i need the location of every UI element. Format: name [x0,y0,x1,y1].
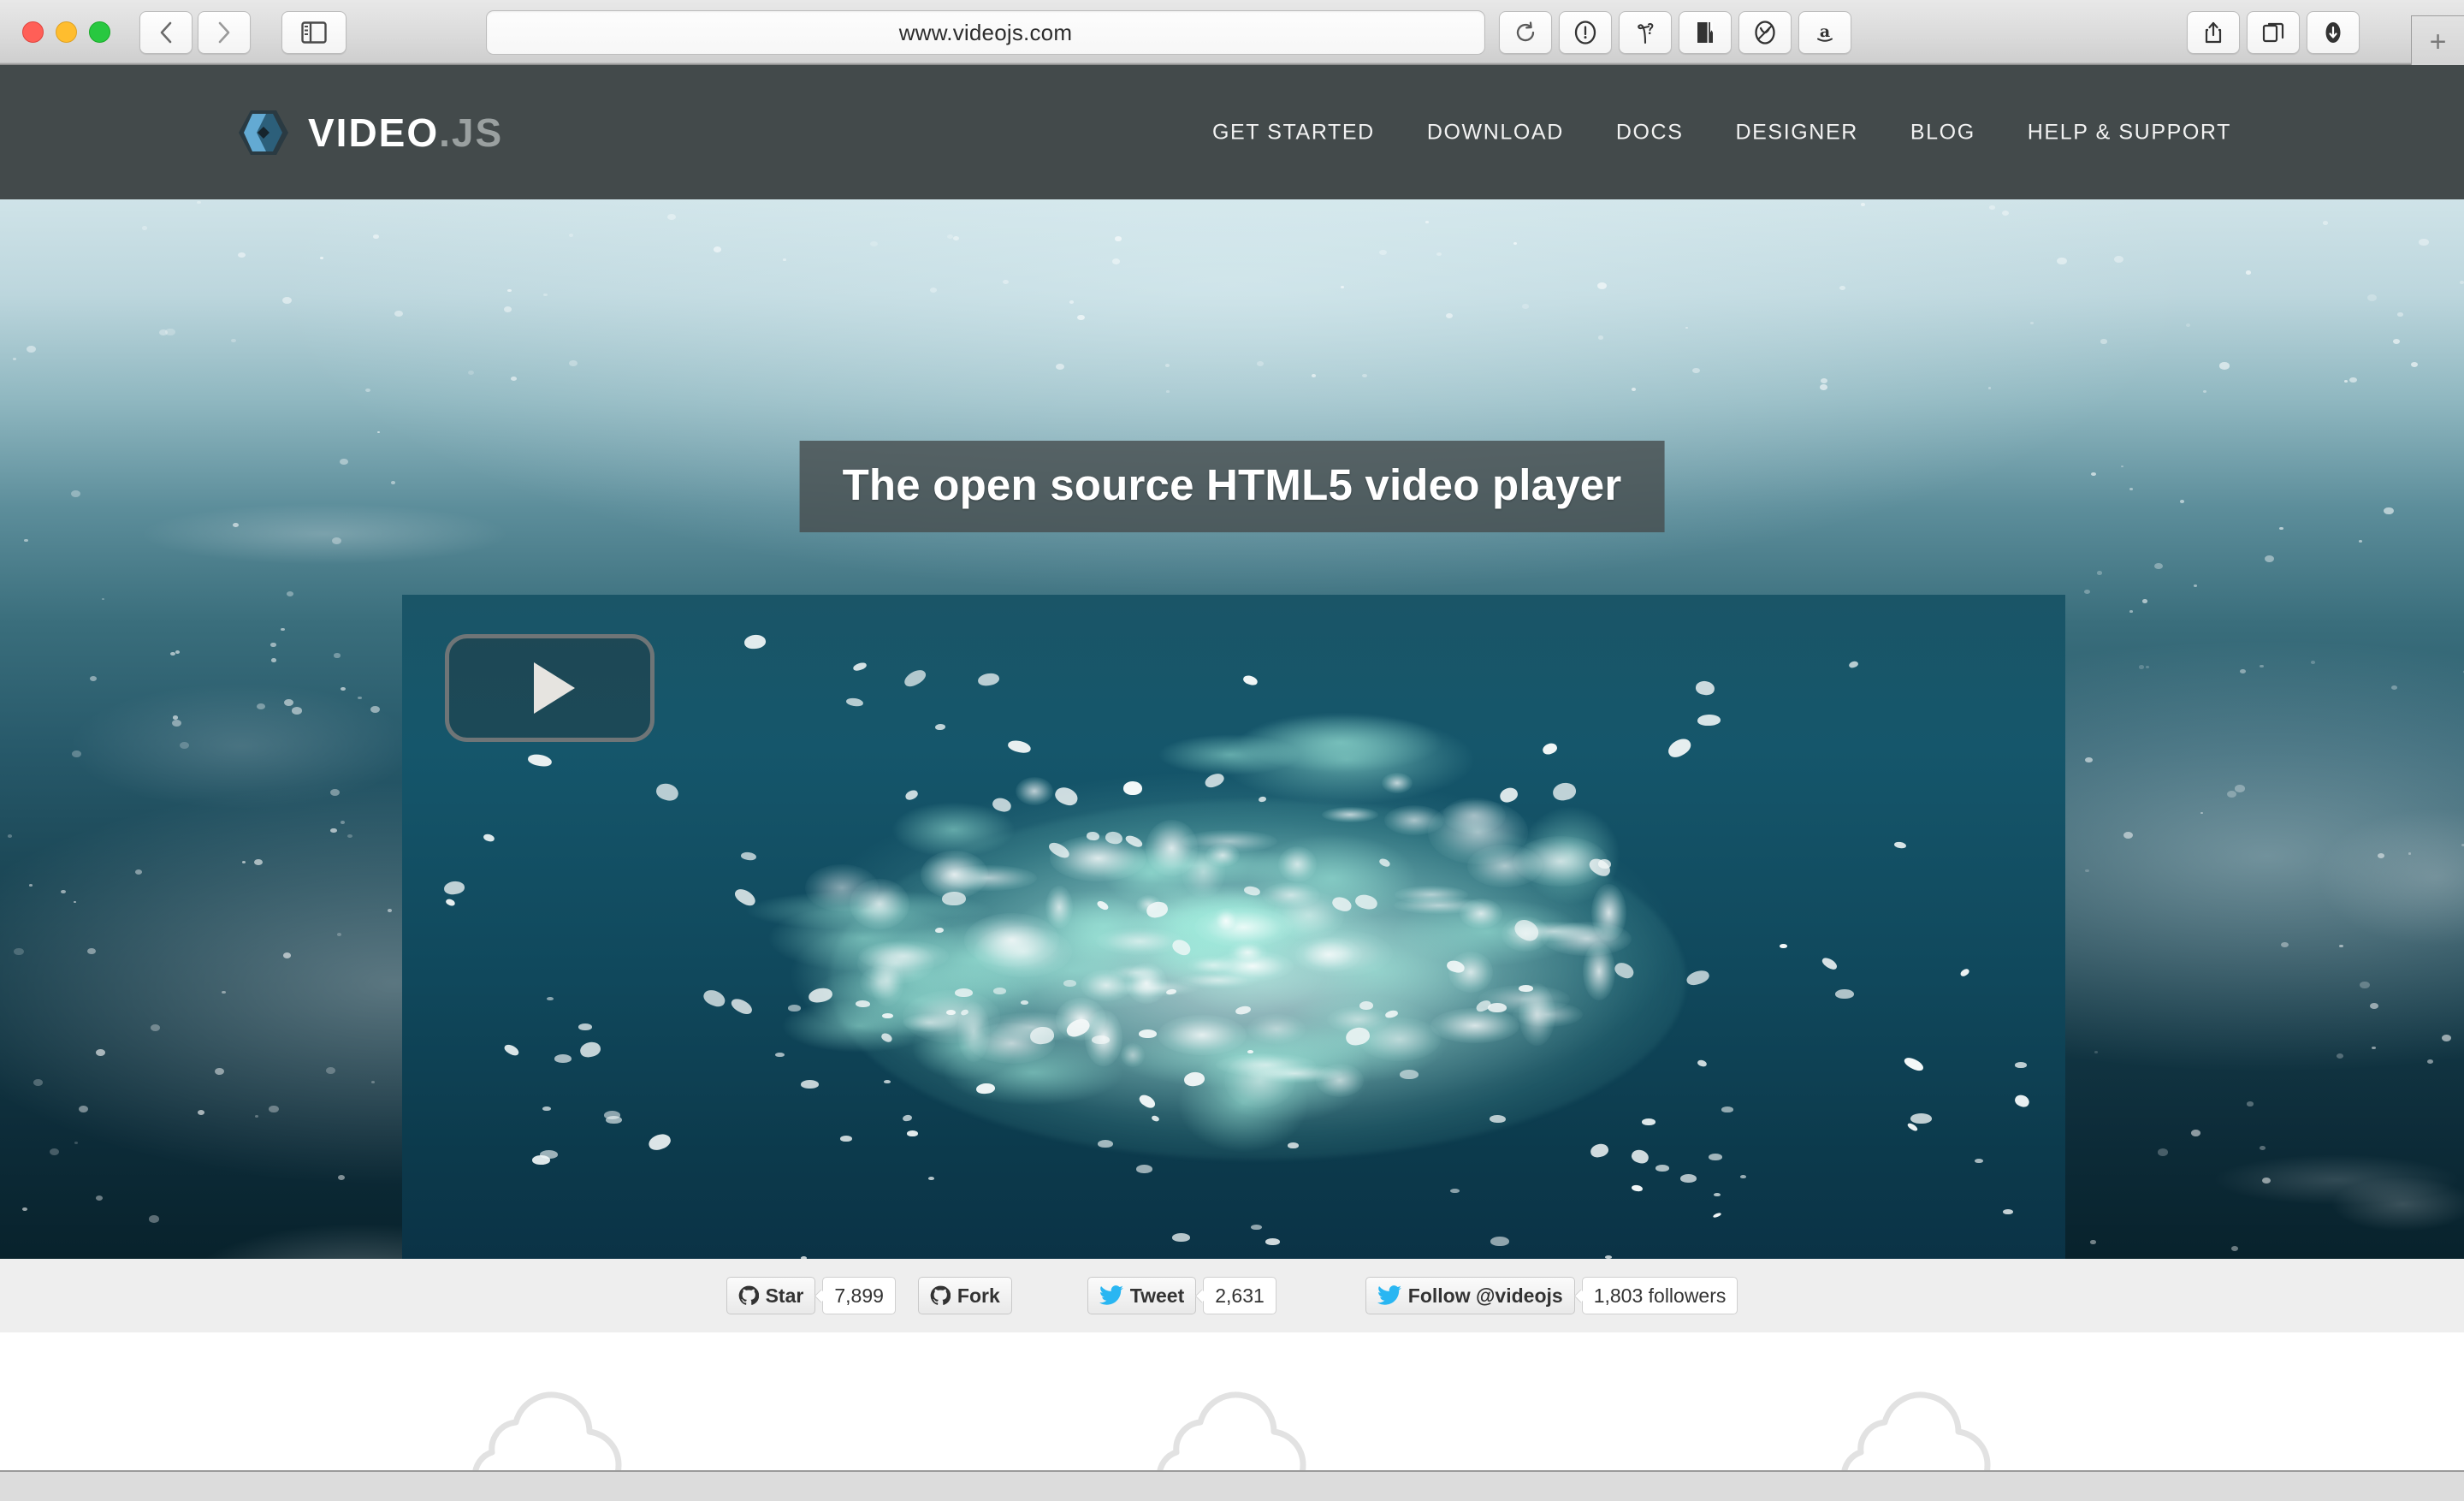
twitter-follow-count-label: 1,803 followers [1593,1284,1727,1307]
github-star-count[interactable]: 7,899 [822,1277,896,1314]
github-icon [930,1285,951,1305]
chevron-right-icon [218,21,230,43]
main-navigation: GET STARTED DOWNLOAD DOCS DESIGNER BLOG … [1212,120,2231,145]
twitter-follow-group: Follow @videojs 1,803 followers [1365,1277,1738,1314]
window-bottom-strip [0,1470,2464,1501]
pocket-icon [1755,21,1775,44]
videojs-hexagon-icon [239,110,288,155]
cloud-footer-section [0,1332,2464,1501]
share-icon [2205,21,2222,44]
social-buttons-bar: Star 7,899 Fork Tweet 2,631 Follow @vide… [0,1259,2464,1332]
browser-nav-buttons [139,10,251,54]
window-traffic-lights [22,21,110,43]
github-star-count-label: 7,899 [834,1284,884,1307]
site-header: VIDEO.JS GET STARTED DOWNLOAD DOCS DESIG… [0,65,2464,199]
downloads-button[interactable] [2307,11,2360,54]
nav-item-designer[interactable]: DESIGNER [1736,120,1858,145]
github-star-label: Star [765,1284,804,1307]
github-fork-button[interactable]: Fork [917,1277,1012,1314]
play-button[interactable] [445,634,654,742]
amazon-button[interactable]: a [1798,11,1851,54]
downloads-icon [2325,22,2341,43]
github-fork-label: Fork [957,1284,1000,1307]
url-text: www.videojs.com [898,19,1073,45]
nav-item-blog[interactable]: BLOG [1910,120,1975,145]
twitter-tweet-count-label: 2,631 [1215,1284,1265,1307]
logo-text: VIDEO.JS [308,110,503,156]
forward-button[interactable] [198,10,251,54]
browser-toolbar-extensions: a [1499,11,1851,54]
logo-suffix: .JS [439,110,504,155]
reload-button[interactable] [1499,11,1552,54]
browser-chrome: www.videojs.com a + [0,0,2464,68]
amazon-icon: a [1817,22,1833,42]
twitter-follow-label: Follow @videojs [1407,1284,1563,1307]
twitter-tweet-button[interactable]: Tweet [1087,1277,1197,1314]
new-tab-label: + [2429,25,2447,58]
github-icon [738,1285,759,1305]
tabs-icon [2262,22,2284,43]
f-script-button[interactable] [1619,11,1672,54]
play-icon [533,662,575,714]
twitter-icon [1099,1285,1123,1305]
twitter-icon [1377,1285,1401,1305]
info-circle-button[interactable] [1559,11,1612,54]
twitter-tweet-group: Tweet 2,631 [1087,1277,1276,1314]
zoom-window-button[interactable] [89,21,110,43]
browser-right-toolbar [2187,11,2360,54]
new-tab-button[interactable]: + [2411,15,2464,68]
twitter-tweet-count[interactable]: 2,631 [1203,1277,1276,1314]
svg-text:a: a [1820,22,1830,41]
github-star-group: Star 7,899 [726,1277,896,1314]
site-logo[interactable]: VIDEO.JS [238,110,503,156]
f-script-icon [1638,23,1654,44]
logo-name: VIDEO [308,110,440,155]
reload-icon [1516,21,1535,42]
video-player[interactable] [402,595,2065,1259]
hero-section: The open source HTML5 video player Custo… [0,199,2464,1259]
nav-item-help-support[interactable]: HELP & SUPPORT [2028,120,2231,145]
pocket-button[interactable] [1738,11,1792,54]
twitter-follow-button[interactable]: Follow @videojs [1365,1277,1575,1314]
share-button[interactable] [2187,11,2240,54]
address-bar[interactable]: www.videojs.com [486,10,1485,55]
github-fork-group: Fork [917,1277,1012,1314]
nav-item-get-started[interactable]: GET STARTED [1212,120,1375,145]
github-star-button[interactable]: Star [726,1277,816,1314]
twitter-follow-count[interactable]: 1,803 followers [1581,1277,1738,1314]
reading-list-icon [1697,22,1713,43]
sidebar-icon [301,21,327,44]
close-window-button[interactable] [22,21,44,43]
info-circle-icon [1574,21,1596,44]
back-button[interactable] [139,10,192,54]
show-sidebar-button[interactable] [281,10,346,54]
nav-item-docs[interactable]: DOCS [1616,120,1684,145]
page-title: The open source HTML5 video player [842,460,1622,509]
reading-list-button[interactable] [1679,11,1732,54]
hero-title-box: The open source HTML5 video player [799,441,1665,532]
chevron-left-icon [160,21,172,43]
nav-item-download[interactable]: DOWNLOAD [1427,120,1564,145]
twitter-tweet-label: Tweet [1129,1284,1185,1307]
show-tabs-button[interactable] [2247,11,2300,54]
minimize-window-button[interactable] [56,21,77,43]
